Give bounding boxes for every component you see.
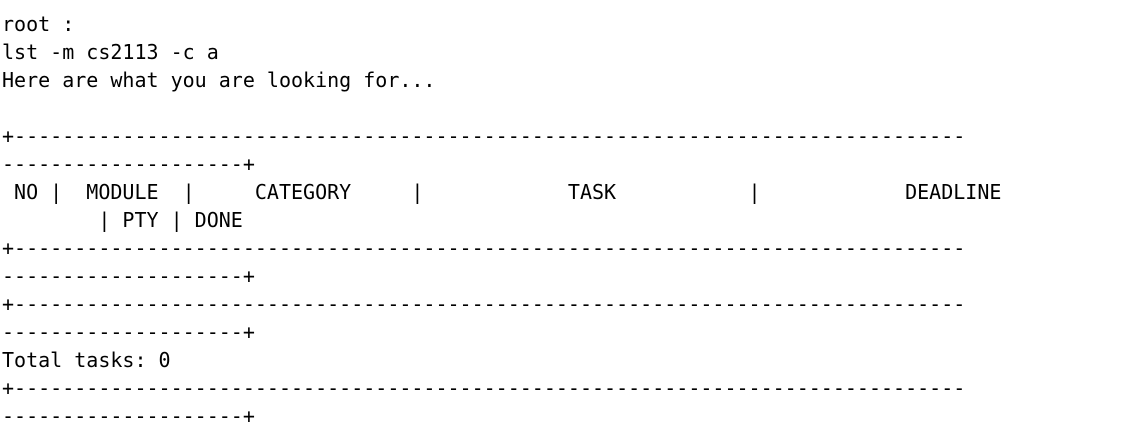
table-bottom-border: +---------------------------------------… bbox=[2, 292, 966, 316]
table-header-row: NO | MODULE | CATEGORY | TASK | DEADLINE bbox=[2, 180, 1002, 204]
command-line: lst -m cs2113 -c a bbox=[2, 40, 219, 64]
table-header-separator-wrap: --------------------+ bbox=[2, 264, 255, 288]
table-top-border-wrap: --------------------+ bbox=[2, 152, 255, 176]
footer-border: +---------------------------------------… bbox=[2, 376, 966, 400]
prompt-line: root : bbox=[2, 12, 75, 36]
table-top-border: +---------------------------------------… bbox=[2, 124, 966, 148]
terminal-window[interactable]: root : lst -m cs2113 -c a Here are what … bbox=[0, 0, 1128, 440]
table-header-row-wrap: | PTY | DONE bbox=[2, 208, 243, 232]
footer-border-wrap: --------------------+ bbox=[2, 404, 255, 428]
table-header-separator: +---------------------------------------… bbox=[2, 236, 966, 260]
total-tasks-line: Total tasks: 0 bbox=[2, 348, 171, 372]
table-bottom-border-wrap: --------------------+ bbox=[2, 320, 255, 344]
response-line: Here are what you are looking for... bbox=[2, 68, 436, 92]
